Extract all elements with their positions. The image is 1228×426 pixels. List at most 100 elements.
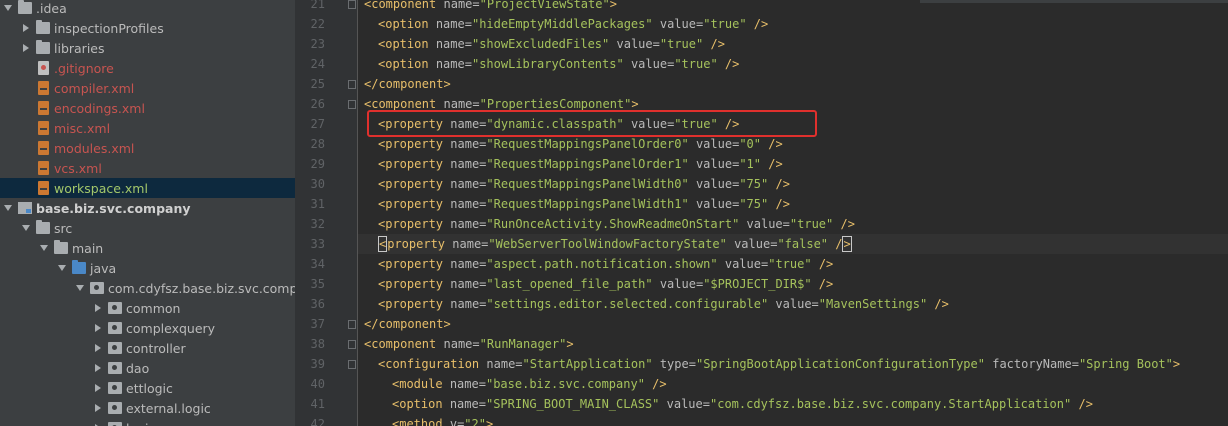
- code-line[interactable]: <component name="PropertiesComponent">: [358, 94, 1228, 114]
- collapse-arrow-icon[interactable]: [93, 323, 103, 333]
- code-line[interactable]: </component>: [358, 314, 1228, 334]
- tree-item-src[interactable]: src: [0, 218, 295, 238]
- code-line[interactable]: <option name="showLibraryContents" value…: [358, 54, 1228, 74]
- xml-quote: ": [777, 237, 785, 251]
- xml-attribute-space: [727, 237, 734, 251]
- line-number: 37: [310, 317, 325, 331]
- code-line[interactable]: <property name="RunOnceActivity.ShowRead…: [358, 214, 1228, 234]
- fold-marker-icon[interactable]: [348, 360, 356, 369]
- xml-tag-name: property: [385, 197, 444, 211]
- code-editor[interactable]: <component name="ProjectViewState"> <opti…: [358, 0, 1228, 426]
- xml-quote: ": [681, 157, 689, 171]
- tree-item-idea[interactable]: .idea: [0, 0, 295, 18]
- collapse-arrow-icon[interactable]: [21, 23, 31, 33]
- xml-attribute-name: name: [450, 177, 480, 191]
- code-line[interactable]: <property name="last_opened_file_path" v…: [358, 274, 1228, 294]
- tree-item-ettlogic[interactable]: ettlogic: [0, 378, 295, 398]
- tree-item-vcs-xml[interactable]: vcs.xml: [0, 158, 295, 178]
- tree-item-libraries[interactable]: libraries: [0, 38, 295, 58]
- xml-quote: ": [486, 137, 494, 151]
- code-line[interactable]: <option name="SPRING_BOOT_MAIN_CLASS" va…: [358, 394, 1228, 414]
- tree-item-label: inspectionProfiles: [54, 20, 164, 36]
- xml-punctuation: >: [826, 257, 834, 271]
- tree-item-base-biz-svc-company[interactable]: base.biz.svc.company: [0, 198, 295, 218]
- xml-attribute-value: 1: [746, 157, 754, 171]
- xml-attribute-name: name: [435, 57, 465, 71]
- xml-attribute-value: ProjectViewState: [486, 0, 603, 11]
- expand-arrow-icon[interactable]: [3, 203, 13, 213]
- tree-item-gitignore[interactable]: .gitignore: [0, 58, 295, 78]
- tree-item-misc-xml[interactable]: misc.xml: [0, 118, 295, 138]
- tree-item-complexquery[interactable]: complexquery: [0, 318, 295, 338]
- xml-quote: ": [486, 177, 494, 191]
- xml-quote: ": [637, 377, 645, 391]
- expand-arrow-icon[interactable]: [75, 283, 85, 293]
- xml-attribute-space: [653, 357, 660, 371]
- fold-marker-icon[interactable]: [348, 320, 356, 329]
- code-line[interactable]: <property name="RequestMappingsPanelWidt…: [358, 194, 1228, 214]
- fold-marker-icon[interactable]: [348, 80, 356, 89]
- xml-quote: ": [1165, 357, 1173, 371]
- xml-quote: ": [804, 277, 812, 291]
- code-line[interactable]: <configuration name="StartApplication" t…: [358, 354, 1228, 374]
- tree-item-label: complexquery: [126, 320, 216, 336]
- xml-equals: =: [464, 17, 472, 31]
- line-number: 40: [310, 377, 325, 391]
- code-line[interactable]: <property name="dynamic.classpath" value…: [358, 114, 1228, 134]
- code-line[interactable]: <property name="aspect.path.notification…: [358, 254, 1228, 274]
- expand-arrow-icon[interactable]: [39, 243, 49, 253]
- xml-attribute-name: value: [695, 137, 733, 151]
- tree-item-logic[interactable]: logic: [0, 418, 295, 426]
- fold-marker-icon[interactable]: [348, 0, 356, 9]
- xml-attribute-space: [443, 397, 450, 411]
- line-number: 23: [310, 37, 325, 51]
- xml-punctuation: >: [826, 277, 834, 291]
- xml-tag-name: property: [387, 237, 446, 251]
- xml-attribute-value: hideEmptyMiddlePackages: [479, 17, 646, 31]
- tree-item-java[interactable]: java: [0, 258, 295, 278]
- code-line[interactable]: <method v="2">: [358, 414, 1228, 426]
- src-icon: [72, 260, 86, 274]
- collapse-arrow-icon[interactable]: [93, 303, 103, 313]
- code-line[interactable]: <component name="RunManager">: [358, 334, 1228, 354]
- tree-item-main[interactable]: main: [0, 238, 295, 258]
- xml-tag-name: property: [385, 277, 444, 291]
- xml-tag-name: property: [385, 117, 444, 131]
- tree-item-inspectionprofiles[interactable]: inspectionProfiles: [0, 18, 295, 38]
- collapse-arrow-icon[interactable]: [93, 383, 103, 393]
- code-line[interactable]: <option name="hideEmptyMiddlePackages" v…: [358, 14, 1228, 34]
- code-line[interactable]: </component>: [358, 74, 1228, 94]
- code-line[interactable]: <property name="WebServerToolWindowFacto…: [358, 234, 1228, 254]
- code-line[interactable]: <option name="showExcludedFiles" value="…: [358, 34, 1228, 54]
- collapse-arrow-icon[interactable]: [93, 343, 103, 353]
- code-line[interactable]: <property name="RequestMappingsPanelOrde…: [358, 134, 1228, 154]
- code-line[interactable]: <module name="base.biz.svc.company" />: [358, 374, 1228, 394]
- collapse-arrow-icon[interactable]: [21, 43, 31, 53]
- tree-item-compiler-xml[interactable]: compiler.xml: [0, 78, 295, 98]
- expand-arrow-icon[interactable]: [21, 223, 31, 233]
- collapse-arrow-icon[interactable]: [93, 403, 103, 413]
- xml-attribute-value: RequestMappingsPanelWidth1: [493, 197, 682, 211]
- tree-item-dao[interactable]: dao: [0, 358, 295, 378]
- expand-arrow-icon[interactable]: [3, 3, 13, 13]
- module-icon: [18, 202, 32, 214]
- tree-item-external-logic[interactable]: external.logic: [0, 398, 295, 418]
- tree-item-modules-xml[interactable]: modules.xml: [0, 138, 295, 158]
- code-line[interactable]: <property name="RequestMappingsPanelWidt…: [358, 174, 1228, 194]
- xml-attribute-value: RequestMappingsPanelOrder0: [493, 137, 682, 151]
- expand-arrow-icon[interactable]: [57, 263, 67, 273]
- code-line[interactable]: <property name="RequestMappingsPanelOrde…: [358, 154, 1228, 174]
- code-line[interactable]: <property name="settings.editor.selected…: [358, 294, 1228, 314]
- tree-item-encodings-xml[interactable]: encodings.xml: [0, 98, 295, 118]
- tree-item-workspace-xml[interactable]: workspace.xml: [0, 178, 295, 198]
- tree-item-controller[interactable]: controller: [0, 338, 295, 358]
- xml-punctuation: >: [761, 17, 769, 31]
- tree-item-com-cdyfsz-base-biz-svc-company[interactable]: com.cdyfsz.base.biz.svc.company: [0, 278, 295, 298]
- fold-marker-icon[interactable]: [348, 340, 356, 349]
- collapse-arrow-icon[interactable]: [93, 363, 103, 373]
- fold-marker-icon[interactable]: [348, 100, 356, 109]
- xml-punctuation: /: [717, 57, 733, 71]
- line-number: 22: [310, 17, 325, 31]
- xml-quote: ": [486, 217, 494, 231]
- tree-item-common[interactable]: common: [0, 298, 295, 318]
